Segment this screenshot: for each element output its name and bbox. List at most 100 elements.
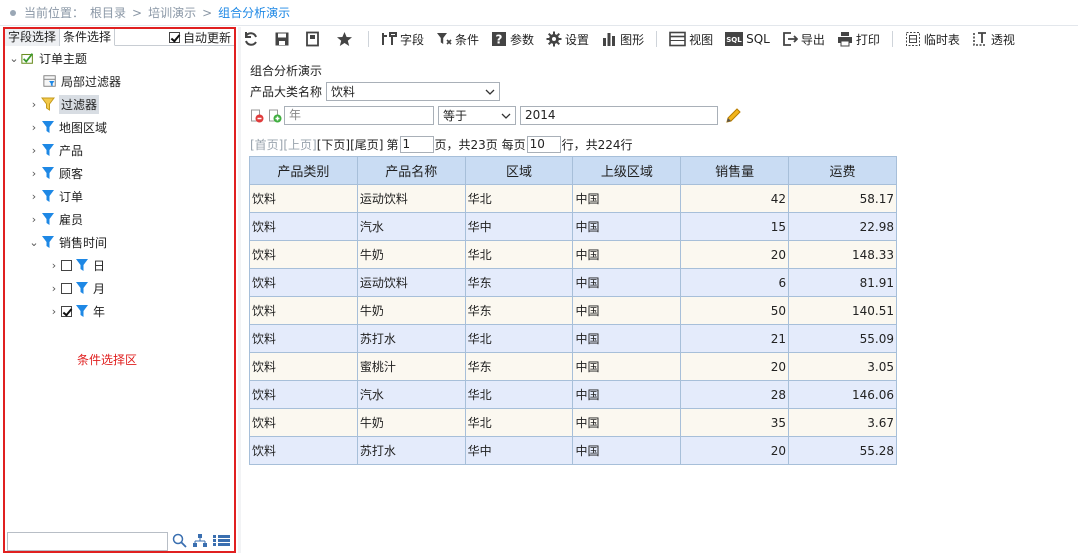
day-checkbox[interactable] [61, 259, 72, 271]
table-row[interactable]: 饮料 牛奶 华北 中国 35 3.67 [249, 408, 897, 437]
chevron-right-icon[interactable]: › [27, 144, 41, 157]
chevron-right-icon[interactable]: › [27, 190, 41, 203]
table-row[interactable]: 饮料 汽水 华北 中国 28 146.06 [249, 380, 897, 409]
table-cell: 华中 [464, 212, 574, 241]
page-suffix: 页，共23页 每页 [434, 138, 526, 152]
table-row[interactable]: 饮料 牛奶 华东 中国 50 140.51 [249, 296, 897, 325]
column-header[interactable]: 产品类别 [249, 156, 358, 185]
list-view-icon[interactable] [213, 534, 230, 547]
year-field-input[interactable]: 年 [284, 106, 434, 125]
tree-time-label: 年 [93, 304, 106, 319]
settings-button[interactable]: 设置 [546, 31, 589, 48]
breadcrumb: 当前位置： 根目录 > 培训演示 > 组合分析演示 [0, 0, 1078, 26]
tree-node-local-filter[interactable]: 局部过滤器 [43, 71, 121, 91]
tree-node-month[interactable]: › 月 [47, 278, 105, 298]
breadcrumb-root[interactable]: 根目录 [90, 4, 126, 21]
table-body: 饮料 运动饮料 华北 中国 42 58.17 饮料 汽水 华中 中国 15 22.98 饮料 牛奶 华北 中国… [249, 184, 897, 465]
table-row[interactable]: 饮料 牛奶 华北 中国 20 148.33 [249, 240, 897, 269]
view-button[interactable]: 视图 [669, 31, 713, 48]
tree-view-icon[interactable] [192, 533, 208, 548]
table-row[interactable]: 饮料 运动饮料 华北 中国 42 58.17 [249, 184, 897, 213]
tree-node-customer[interactable]: › 顾客 [27, 163, 83, 183]
first-page-link[interactable]: [首页] [250, 136, 283, 153]
save-button[interactable] [274, 31, 293, 47]
year-value-input[interactable]: 2014 [520, 106, 718, 125]
tree-node-filter[interactable]: › 过滤器 [27, 94, 100, 114]
tree-node-root[interactable]: ⌄ 订单主题 [7, 48, 87, 68]
fields-button[interactable]: 字段 [381, 31, 424, 48]
pivot-button[interactable]: 透视 [972, 31, 1015, 48]
chevron-right-icon[interactable]: › [47, 259, 61, 272]
tree-node-sales-time[interactable]: ⌄ 销售时间 [27, 232, 107, 252]
search-icon[interactable] [172, 533, 187, 548]
tree-local-filter-label: 局部过滤器 [61, 74, 122, 89]
remove-condition-icon[interactable] [250, 109, 264, 123]
chevron-right-icon[interactable]: › [27, 98, 41, 111]
sql-button[interactable]: SQL SQL [725, 32, 770, 46]
add-condition-icon[interactable] [268, 109, 282, 123]
chevron-right-icon[interactable]: › [47, 305, 61, 318]
operator-select[interactable]: 等于 [438, 106, 516, 125]
favorite-button[interactable] [336, 31, 356, 47]
tree-node-year[interactable]: › 年 [47, 301, 105, 321]
params-button[interactable]: ? 参数 [491, 31, 534, 48]
auto-update-checkbox[interactable] [168, 31, 180, 43]
chevron-right-icon[interactable]: › [27, 121, 41, 134]
rows-per-page-input[interactable]: 10 [526, 136, 561, 153]
save-as-button[interactable] [305, 31, 324, 47]
table-row[interactable]: 饮料 运动饮料 华东 中国 6 81.91 [249, 268, 897, 297]
column-header[interactable]: 销售量 [680, 156, 790, 185]
category-select[interactable]: 饮料 [326, 82, 501, 101]
temp-table-button[interactable]: 临时表 [905, 31, 960, 48]
table-cell: 81.91 [788, 268, 897, 297]
year-checkbox[interactable] [61, 305, 72, 317]
column-header[interactable]: 运费 [788, 156, 897, 185]
next-page-link[interactable]: [下页] [317, 136, 350, 153]
chevron-right-icon[interactable]: › [47, 282, 61, 295]
table-row[interactable]: 饮料 苏打水 华北 中国 21 55.09 [249, 324, 897, 353]
tab-condition-selection[interactable]: 条件选择 [60, 29, 116, 46]
table-cell: 中国 [572, 212, 682, 241]
tree-node-product[interactable]: › 产品 [27, 140, 83, 160]
chevron-down-icon[interactable]: ⌄ [7, 52, 21, 65]
tree-search-input[interactable] [7, 532, 168, 551]
table-cell: 运动饮料 [356, 268, 466, 297]
table-row[interactable]: 饮料 汽水 华中 中国 15 22.98 [249, 212, 897, 241]
chevron-right-icon[interactable]: › [27, 213, 41, 226]
table-cell: 中国 [572, 324, 682, 353]
table-header-row: 产品类别 产品名称 区域 上级区域 销售量 运费 [249, 156, 897, 185]
table-row[interactable]: 饮料 苏打水 华中 中国 20 55.28 [249, 436, 897, 465]
print-button[interactable]: 打印 [837, 31, 880, 48]
pencil-edit-icon[interactable] [724, 107, 742, 125]
funnel-icon [42, 190, 54, 202]
table-cell: 20 [680, 436, 790, 465]
auto-update-toggle[interactable]: 自动更新 [168, 29, 231, 45]
page-number-input[interactable]: 1 [399, 136, 434, 153]
tree-node-employee[interactable]: › 雇员 [27, 209, 83, 229]
column-header[interactable]: 上级区域 [572, 156, 682, 185]
conditions-button[interactable]: 条件 [436, 31, 479, 48]
column-header[interactable]: 产品名称 [356, 156, 466, 185]
refresh-button[interactable] [243, 31, 262, 47]
chevron-down-icon[interactable]: ⌄ [27, 236, 41, 249]
column-header[interactable]: 区域 [464, 156, 574, 185]
tree-node-map-region[interactable]: › 地图区域 [27, 117, 107, 137]
page-prefix: 第 [386, 138, 399, 152]
last-page-link[interactable]: [尾页] [350, 136, 383, 153]
operator-value: 等于 [443, 109, 468, 123]
params-label: 参数 [510, 32, 535, 47]
tree-node-order[interactable]: › 订单 [27, 186, 83, 206]
temp-table-label: 临时表 [923, 32, 960, 47]
chevron-right-icon[interactable]: › [27, 167, 41, 180]
chart-button[interactable]: 图形 [601, 31, 644, 48]
area-label: 条件选择区 [77, 353, 138, 367]
tree-node-day[interactable]: › 日 [47, 255, 105, 275]
tab-field-selection[interactable]: 字段选择 [5, 29, 61, 46]
prev-page-link[interactable]: [上页] [283, 136, 316, 153]
export-button[interactable]: 导出 [782, 31, 825, 48]
breadcrumb-folder[interactable]: 培训演示 [148, 4, 196, 21]
funnel-icon [42, 144, 54, 156]
table-row[interactable]: 饮料 蜜桃汁 华东 中国 20 3.05 [249, 352, 897, 381]
panel-splitter[interactable] [238, 27, 241, 553]
month-checkbox[interactable] [61, 282, 72, 294]
